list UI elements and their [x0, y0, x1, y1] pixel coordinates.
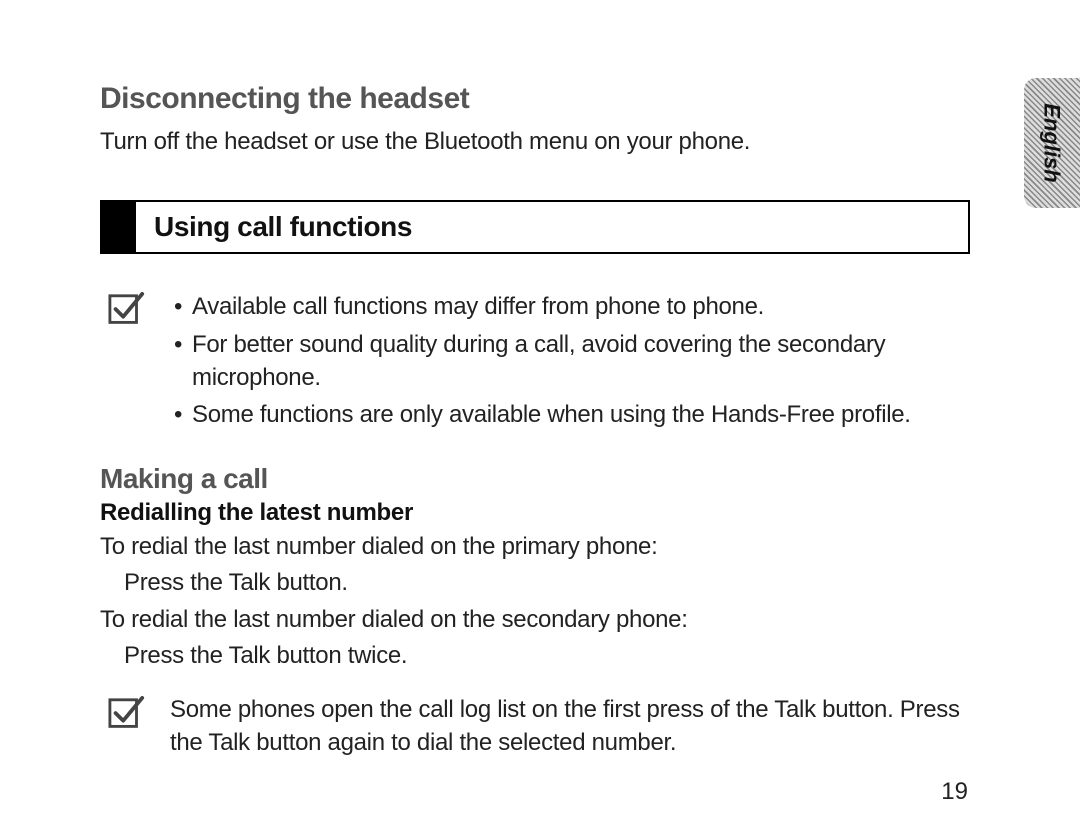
note-block-2: Some phones open the call log list on th…: [100, 694, 970, 759]
note-2-text: Some phones open the call log list on th…: [170, 694, 970, 759]
note-1-list: Available call functions may differ from…: [170, 290, 970, 434]
checkbox-icon: [108, 292, 146, 330]
note-1-item: For better sound quality during a call, …: [170, 328, 970, 394]
section-box-call-functions: Using call functions: [100, 200, 970, 254]
text-disconnecting-body: Turn off the headset or use the Bluetoot…: [100, 126, 970, 158]
language-tab: English: [1024, 78, 1080, 208]
section-box-title: Using call functions: [136, 202, 968, 252]
note-1-item: Available call functions may differ from…: [170, 290, 970, 323]
text-press-talk: Press the Talk button.: [100, 567, 970, 599]
section-box-tab: [102, 202, 136, 252]
note-1-item: Some functions are only available when u…: [170, 398, 970, 431]
note-block-1: Available call functions may differ from…: [100, 290, 970, 434]
language-tab-label: English: [1039, 103, 1065, 182]
page-number: 19: [941, 778, 968, 806]
heading-disconnecting: Disconnecting the headset: [100, 82, 970, 116]
checkbox-icon: [108, 696, 146, 734]
heading-redialling: Redialling the latest number: [100, 499, 970, 527]
text-redial-primary: To redial the last number dialed on the …: [100, 531, 970, 563]
heading-making-call: Making a call: [100, 463, 970, 495]
text-press-talk-twice: Press the Talk button twice.: [100, 640, 970, 672]
text-redial-secondary: To redial the last number dialed on the …: [100, 604, 970, 636]
